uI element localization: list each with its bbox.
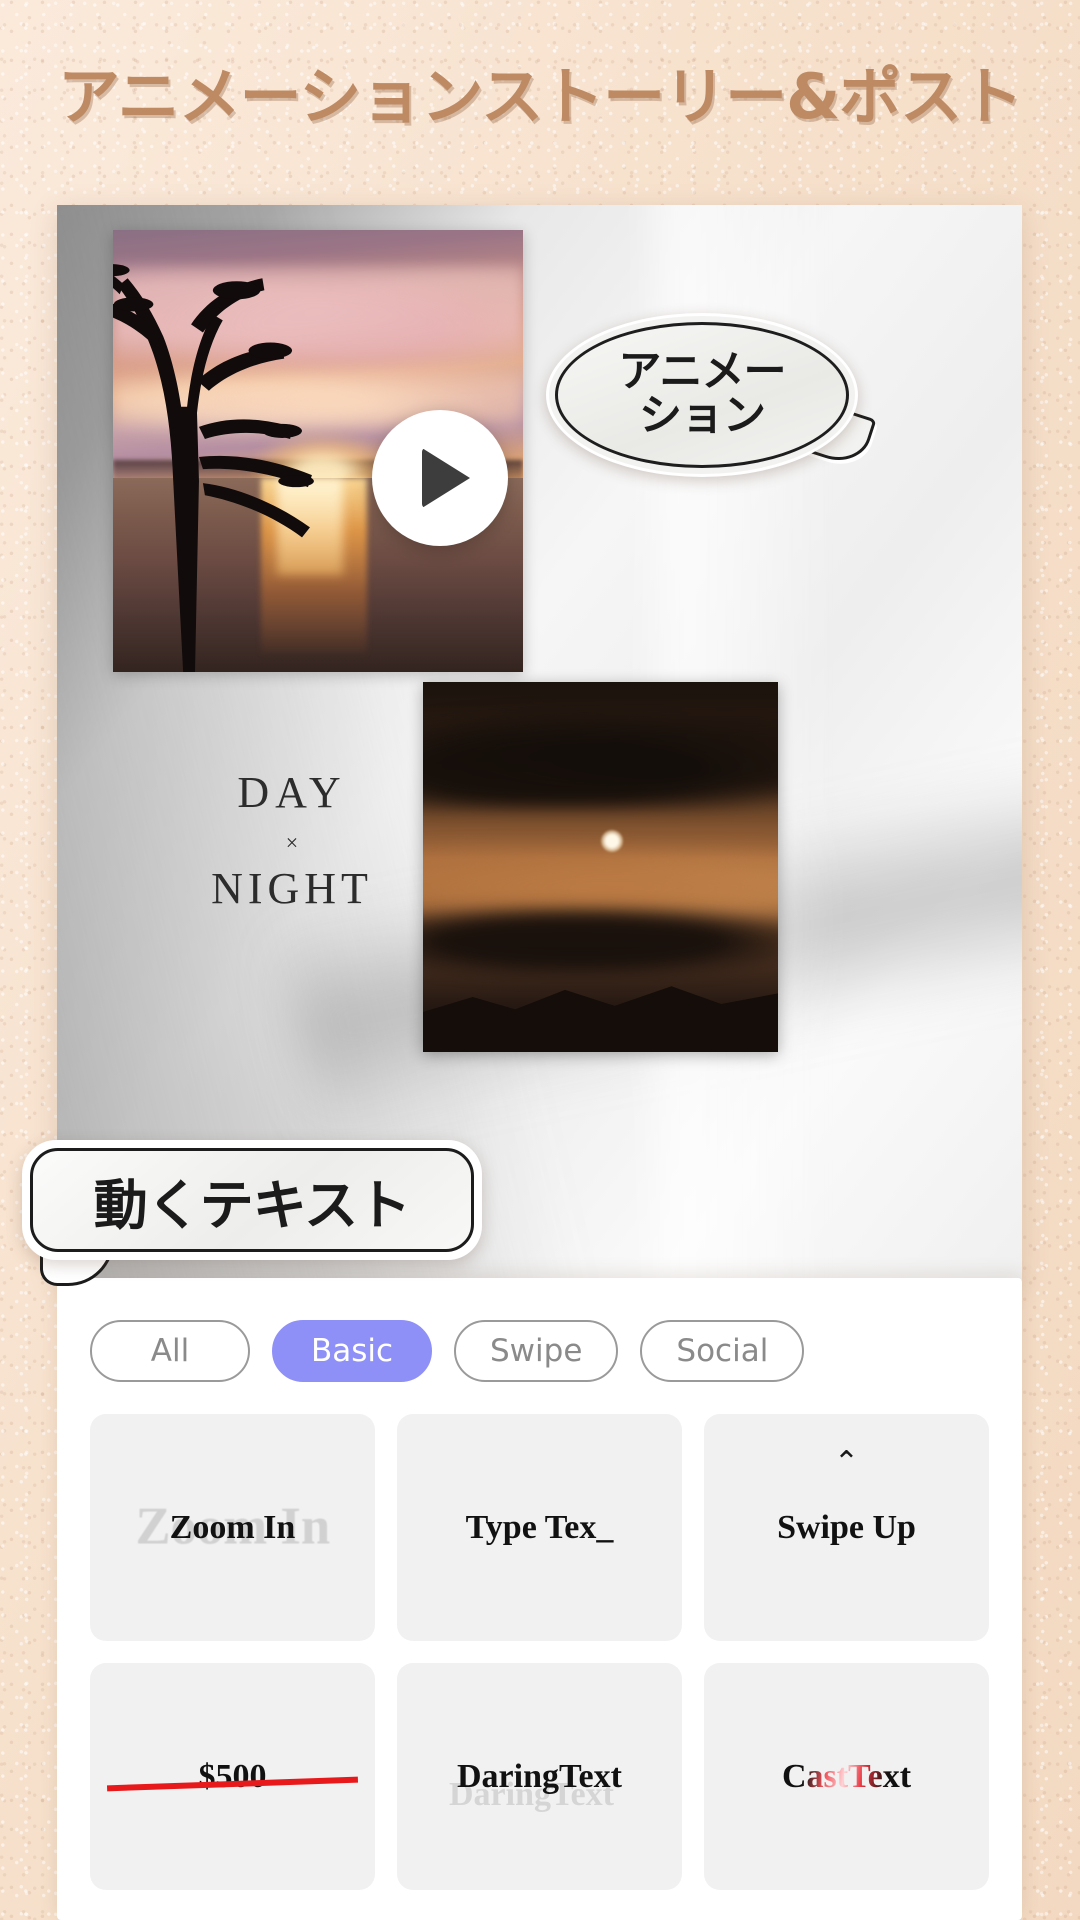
animation-bubble: アニメー ション	[546, 313, 877, 477]
night-cloud-top	[423, 711, 778, 808]
day-night-overlay-text: DAY × NIGHT	[177, 768, 407, 914]
night-cloud-bottom	[423, 904, 778, 978]
preset-card-zoom-in[interactable]: Zoom In Zoom In	[90, 1414, 375, 1641]
moving-text-bubble: 動くテキスト	[22, 1140, 482, 1286]
moon-icon	[600, 830, 623, 852]
preset-type-text-label: Type Tex_	[465, 1508, 614, 1546]
preset-zoom-in-label: Zoom In	[169, 1508, 296, 1546]
tab-all-label: All	[150, 1333, 190, 1369]
tab-swipe[interactable]: Swipe	[454, 1320, 619, 1382]
silhouette-tree	[113, 230, 326, 672]
moving-text-bubble-inner: 動くテキスト	[30, 1148, 474, 1252]
animation-bubble-inner: アニメー ション	[555, 322, 849, 468]
preset-card-daring-text[interactable]: DaringText DaringText	[397, 1663, 682, 1890]
animation-picker-sheet: All Basic Swipe Social Zoom In Zoom In T…	[57, 1278, 1022, 1920]
preset-card-swipe-up[interactable]: ⌃ Swipe Up	[704, 1414, 989, 1641]
preset-cast-text-label: CastText	[781, 1757, 912, 1795]
overlay-text-night: NIGHT	[211, 864, 373, 914]
animation-preview-card[interactable]: DAY × NIGHT	[57, 205, 1022, 1280]
preset-card-type-text[interactable]: Type Tex_	[397, 1414, 682, 1641]
preset-daring-text-label: DaringText	[457, 1757, 622, 1795]
animation-preset-grid: Zoom In Zoom In Type Tex_ ⌃ Swipe Up $50…	[57, 1382, 1022, 1890]
preset-card-price-strike[interactable]: $500	[90, 1663, 375, 1890]
night-photo	[423, 682, 778, 1052]
overlay-text-day: DAY	[237, 768, 347, 817]
chevron-up-icon: ⌃	[833, 1445, 860, 1480]
preset-price-strike-label: $500	[198, 1757, 267, 1795]
tab-basic-label: Basic	[310, 1333, 394, 1369]
page-title: アニメーションストーリー&ポスト	[57, 60, 1023, 133]
animation-bubble-line2: ション	[639, 391, 766, 441]
overlay-text-cross: ×	[285, 830, 299, 856]
play-button[interactable]	[372, 410, 508, 546]
moving-text-bubble-label: 動くテキスト	[93, 1173, 411, 1237]
tab-swipe-label: Swipe	[490, 1333, 583, 1369]
tab-basic[interactable]: Basic	[272, 1320, 432, 1382]
animation-bubble-line1: アニメー	[618, 347, 786, 398]
play-triangle-icon	[422, 448, 470, 508]
preset-swipe-up-label: Swipe Up	[777, 1508, 916, 1546]
tab-all[interactable]: All	[90, 1320, 250, 1382]
filter-tab-bar: All Basic Swipe Social	[57, 1278, 1022, 1382]
preset-card-cast-text[interactable]: CastText	[704, 1663, 989, 1890]
tab-social-label: Social	[676, 1333, 769, 1369]
tab-social[interactable]: Social	[640, 1320, 805, 1382]
